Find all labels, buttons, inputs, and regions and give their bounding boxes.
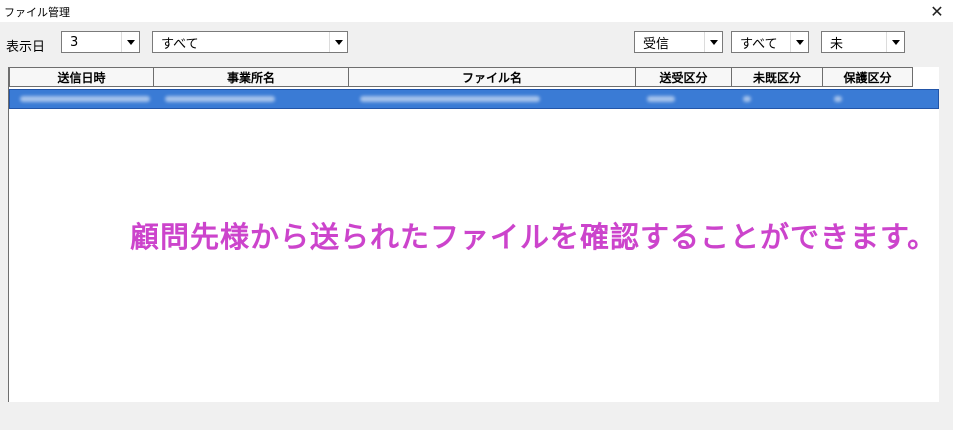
cell-sent-datetime: [10, 90, 155, 108]
column-header-office-name[interactable]: 事業所名: [154, 67, 349, 87]
chevron-down-icon[interactable]: [121, 32, 139, 52]
cell-direction: [637, 90, 733, 108]
read-status-select[interactable]: すべて: [731, 31, 809, 53]
office-value: すべて: [161, 36, 199, 52]
close-icon: ✕: [930, 1, 944, 21]
column-header-read-status[interactable]: 未既区分: [732, 67, 823, 87]
cell-keep-status: [824, 90, 914, 108]
read-status-value: すべて: [740, 36, 778, 52]
chevron-down-icon[interactable]: [704, 32, 722, 52]
column-header-keep-status[interactable]: 保護区分: [823, 67, 913, 87]
display-days-label: 表示日: [6, 40, 46, 55]
close-button[interactable]: ✕: [921, 0, 953, 22]
keep-status-value: 未: [830, 36, 844, 52]
column-header-direction[interactable]: 送受区分: [636, 67, 732, 87]
annotation-caption: 顧問先様から送られたファイルを確認することができます。: [130, 220, 938, 254]
cell-file-name: [350, 90, 637, 108]
direction-value: 受信: [643, 36, 670, 52]
window-title: ファイル管理: [4, 6, 70, 19]
title-bar: ファイル管理 ✕: [0, 0, 953, 22]
chevron-down-icon[interactable]: [790, 32, 808, 52]
display-days-select[interactable]: 3: [61, 31, 140, 53]
chevron-down-icon[interactable]: [886, 32, 904, 52]
chevron-down-icon[interactable]: [329, 32, 347, 52]
display-days-value: 3: [70, 34, 79, 50]
table-row[interactable]: [9, 89, 939, 109]
grid-header: 送信日時 事業所名 ファイル名 送受区分 未既区分 保護区分: [9, 67, 913, 87]
direction-select[interactable]: 受信: [634, 31, 723, 53]
cell-office-name: [155, 90, 350, 108]
cell-read-status: [733, 90, 824, 108]
column-header-sent-datetime[interactable]: 送信日時: [9, 67, 154, 87]
office-select[interactable]: すべて: [152, 31, 348, 53]
column-header-file-name[interactable]: ファイル名: [349, 67, 636, 87]
keep-status-select[interactable]: 未: [821, 31, 905, 53]
